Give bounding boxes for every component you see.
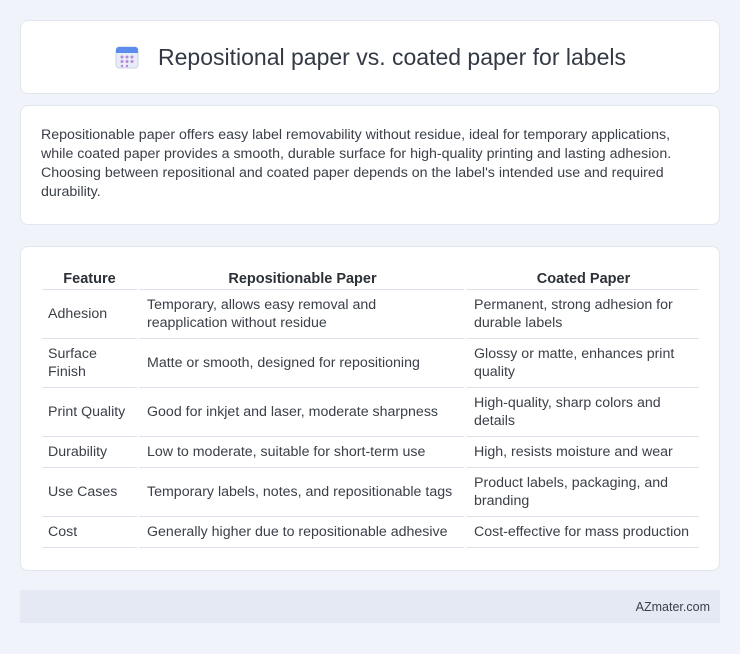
header-coated: Coated Paper [464, 267, 699, 290]
table-row: Adhesion Temporary, allows easy removal … [42, 290, 699, 339]
intro-text: Repositionable paper offers easy label r… [41, 127, 672, 200]
cell-repositionable: Low to moderate, suitable for short-term… [137, 437, 464, 468]
page-title: Repositional paper vs. coated paper for … [158, 43, 626, 70]
cell-repositionable: Generally higher due to repositionable a… [137, 517, 464, 548]
cell-coated: Glossy or matte, enhances print quality [464, 339, 699, 388]
cell-feature: Surface Finish [42, 339, 137, 388]
cell-repositionable: Temporary labels, notes, and repositiona… [137, 468, 464, 517]
cell-feature: Cost [42, 517, 137, 548]
table-row: Print Quality Good for inkjet and laser,… [42, 388, 699, 437]
cell-repositionable: Matte or smooth, designed for reposition… [137, 339, 464, 388]
comparison-table: Feature Repositionable Paper Coated Pape… [42, 267, 699, 548]
cell-coated: High-quality, sharp colors and details [464, 388, 699, 437]
cell-feature: Adhesion [42, 290, 137, 339]
cell-feature: Use Cases [42, 468, 137, 517]
intro-card: Repositionable paper offers easy label r… [20, 105, 720, 225]
table-header-row: Feature Repositionable Paper Coated Pape… [42, 267, 699, 290]
header-feature: Feature [42, 267, 137, 290]
cell-coated: Permanent, strong adhesion for durable l… [464, 290, 699, 339]
cell-feature: Durability [42, 437, 137, 468]
cell-repositionable: Good for inkjet and laser, moderate shar… [137, 388, 464, 437]
cell-feature: Print Quality [42, 388, 137, 437]
footer: AZmater.com [20, 590, 720, 623]
cell-repositionable: Temporary, allows easy removal and reapp… [137, 290, 464, 339]
calendar-icon [115, 46, 139, 69]
table-row: Use Cases Temporary labels, notes, and r… [42, 468, 699, 517]
table-row: Cost Generally higher due to repositiona… [42, 517, 699, 548]
table-row: Durability Low to moderate, suitable for… [42, 437, 699, 468]
footer-brand[interactable]: AZmater.com [636, 600, 710, 614]
table-row: Surface Finish Matte or smooth, designed… [42, 339, 699, 388]
cell-coated: High, resists moisture and wear [464, 437, 699, 468]
table-card: Feature Repositionable Paper Coated Pape… [20, 246, 720, 571]
cell-coated: Product labels, packaging, and branding [464, 468, 699, 517]
page: Repositional paper vs. coated paper for … [0, 0, 740, 654]
title-card: Repositional paper vs. coated paper for … [20, 20, 720, 94]
cell-coated: Cost-effective for mass production [464, 517, 699, 548]
header-repositionable: Repositionable Paper [137, 267, 464, 290]
